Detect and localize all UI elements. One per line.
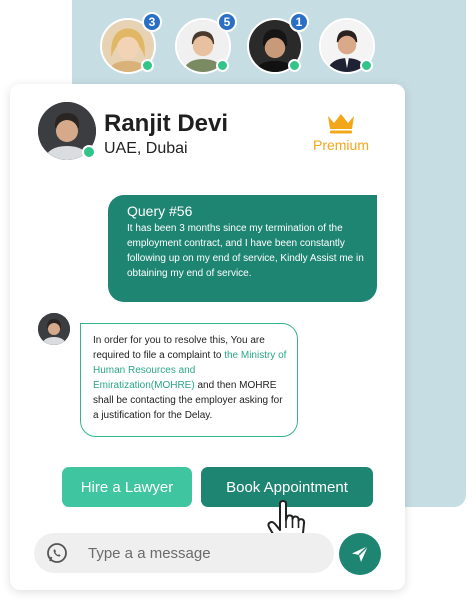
query-title: Query #56 [127, 203, 193, 219]
online-status-dot [288, 59, 301, 72]
online-status-dot [216, 59, 229, 72]
unread-badge: 3 [142, 12, 162, 32]
contact-avatar-3[interactable]: 1 [247, 12, 309, 74]
reply-avatar [38, 313, 70, 345]
contact-avatar-2[interactable]: 5 [175, 12, 237, 74]
message-composer [34, 533, 334, 573]
unread-badge: 5 [217, 12, 237, 32]
contact-avatar-1[interactable]: 3 [100, 12, 162, 74]
online-status-dot [82, 145, 96, 159]
chat-card: Ranjit Devi UAE, Dubai Premium Query #56… [10, 84, 405, 590]
contact-list: 3 5 1 [100, 12, 380, 78]
crown-icon [328, 114, 354, 134]
online-status-dot [141, 59, 154, 72]
reply-message-bubble: In order for you to resolve this, You ar… [80, 323, 298, 437]
premium-badge: Premium [308, 112, 374, 153]
hire-lawyer-button[interactable]: Hire a Lawyer [62, 467, 192, 507]
profile-name: Ranjit Devi [104, 110, 229, 137]
premium-label: Premium [312, 137, 369, 153]
send-button[interactable] [339, 533, 381, 575]
message-input[interactable] [88, 533, 318, 573]
send-icon [352, 545, 369, 562]
query-body: It has been 3 months since my terminatio… [127, 223, 364, 279]
whatsapp-icon[interactable] [46, 542, 68, 564]
online-status-dot [360, 59, 373, 72]
unread-badge: 1 [289, 12, 309, 32]
contact-avatar-4[interactable] [319, 18, 375, 74]
profile-location: UAE, Dubai [104, 140, 188, 157]
query-message-bubble: Query #56 It has been 3 months since my … [108, 195, 377, 302]
